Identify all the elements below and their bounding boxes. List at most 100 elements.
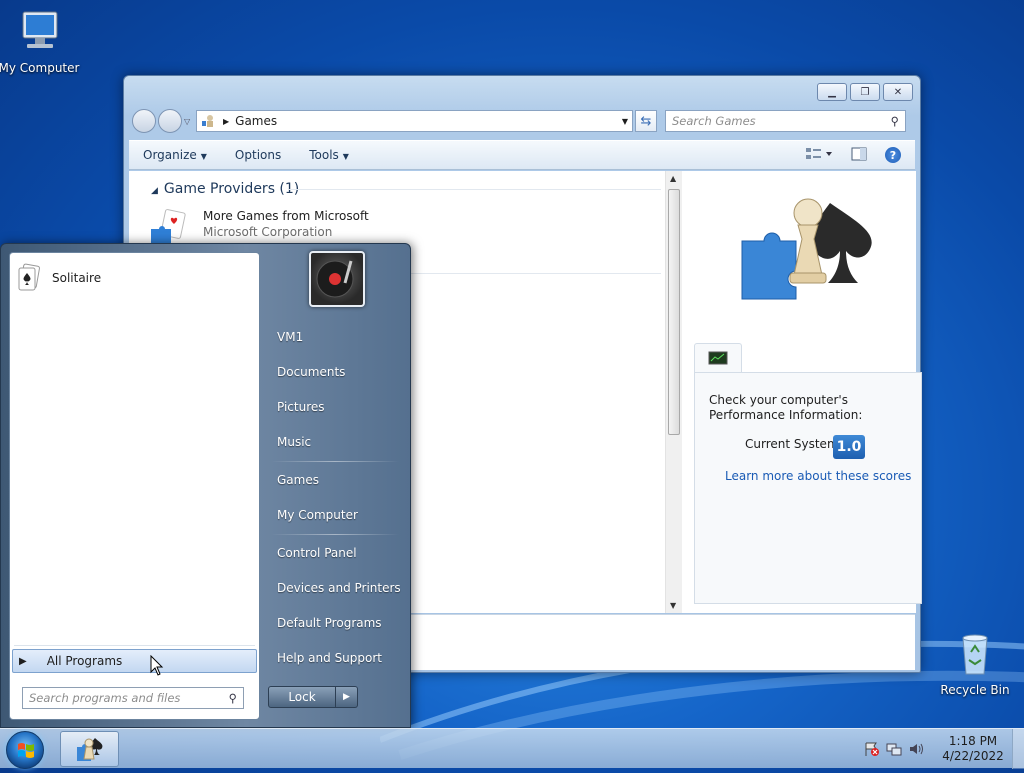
search-games-input[interactable]: Search Games ⚲: [665, 110, 906, 132]
address-dropdown-icon[interactable]: ▼: [622, 117, 628, 126]
preview-pane: Check your computer's Performance Inform…: [682, 171, 922, 613]
start-item-devices-printers[interactable]: Devices and Printers: [265, 571, 405, 606]
preview-pane-icon: [851, 147, 867, 160]
change-view-button[interactable]: [805, 147, 833, 164]
performance-score-badge: 1.0: [833, 435, 865, 459]
preview-pane-button[interactable]: [851, 147, 867, 164]
start-item-control-panel[interactable]: Control Panel: [265, 536, 405, 571]
minimize-icon: ▁: [828, 86, 836, 98]
tools-menu[interactable]: Tools ▼: [309, 148, 349, 162]
all-programs-button[interactable]: ▶ All Programs: [12, 649, 257, 673]
volume-icon[interactable]: [908, 741, 924, 757]
taskbar: 1:18 PM 4/22/2022: [0, 728, 1024, 769]
start-button[interactable]: [6, 731, 44, 769]
start-menu: Solitaire ▶ All Programs Search programs…: [0, 243, 411, 728]
forward-button[interactable]: [158, 109, 182, 133]
refresh-icon: ⇆: [640, 113, 652, 129]
start-search-placeholder: Search programs and files: [29, 691, 181, 705]
windows-logo-icon: [18, 743, 34, 758]
action-center-flag-icon[interactable]: [864, 741, 880, 757]
minimize-button[interactable]: ▁: [817, 83, 847, 101]
caption-buttons: ▁ ❐ ✕: [817, 83, 913, 101]
games-taskbar-icon: [77, 738, 103, 761]
collapse-chevron-icon: ◢: [151, 186, 158, 196]
group-header[interactable]: ◢ Game Providers (1): [151, 181, 299, 197]
desktop-icon-label: My Computer: [0, 61, 80, 75]
games-folder-icon: [202, 115, 213, 127]
back-button[interactable]: [132, 109, 156, 133]
breadcrumb-arrow-icon: ▶: [223, 116, 230, 126]
start-item-documents[interactable]: Documents: [265, 355, 405, 390]
performance-message: Check your computer's Performance Inform…: [709, 393, 863, 422]
organize-menu[interactable]: Organize ▼: [143, 148, 207, 162]
shutdown-options-button[interactable]: ▶: [336, 686, 358, 708]
start-search-input[interactable]: Search programs and files ⚲: [22, 687, 244, 709]
desktop-icon-label: Recycle Bin: [940, 683, 1010, 697]
provider-company: Microsoft Corporation: [203, 225, 333, 239]
performance-panel: Check your computer's Performance Inform…: [694, 372, 922, 604]
chevron-down-icon: ▼: [342, 152, 349, 161]
scroll-down-icon[interactable]: ▼: [670, 601, 676, 610]
program-item-solitaire[interactable]: Solitaire: [16, 263, 101, 293]
view-options-icon: [806, 147, 832, 159]
close-button[interactable]: ✕: [883, 83, 913, 101]
program-label: Solitaire: [52, 271, 102, 285]
show-desktop-button[interactable]: [1012, 729, 1024, 769]
view-controls: ?: [805, 147, 901, 164]
all-programs-label: All Programs: [46, 654, 123, 668]
address-bar[interactable]: ▶ Games ▼: [196, 110, 633, 132]
options-button[interactable]: Options: [235, 148, 281, 162]
desktop-icon-recycle-bin[interactable]: Recycle Bin: [930, 630, 1020, 697]
clock-time: 1:18 PM: [948, 734, 998, 748]
clock-date: 4/22/2022: [942, 749, 1004, 763]
recent-pages-dropdown[interactable]: ▽: [184, 117, 194, 126]
triangle-right-icon: ▶: [343, 692, 350, 702]
programs-divider: [14, 645, 255, 646]
provider-name: More Games from Microsoft: [203, 209, 369, 223]
user-picture[interactable]: [309, 251, 365, 307]
maximize-button[interactable]: ❐: [850, 83, 880, 101]
turntable-user-icon: [316, 260, 354, 298]
search-icon[interactable]: ⚲: [891, 114, 899, 128]
start-item-my-computer[interactable]: My Computer: [265, 498, 405, 533]
start-item-user[interactable]: VM1: [265, 320, 405, 355]
notification-area: [864, 729, 924, 769]
learn-more-link[interactable]: Learn more about these scores: [725, 469, 911, 483]
close-icon: ✕: [893, 86, 903, 98]
refresh-button[interactable]: ⇆: [635, 110, 657, 132]
solitaire-icon: [18, 263, 40, 291]
lock-button[interactable]: Lock: [268, 686, 336, 708]
desktop-icon-my-computer[interactable]: My Computer: [0, 8, 84, 75]
computer-icon: [22, 11, 58, 48]
start-item-help-support[interactable]: Help and Support: [265, 641, 405, 676]
performance-tab[interactable]: [694, 343, 742, 373]
triangle-right-icon: ▶: [19, 655, 27, 667]
chevron-down-icon: ▼: [200, 152, 207, 161]
network-icon[interactable]: [886, 741, 902, 757]
start-item-pictures[interactable]: Pictures: [265, 390, 405, 425]
mouse-pointer-icon: [150, 655, 164, 676]
start-item-music[interactable]: Music: [265, 425, 405, 460]
places-divider: [271, 461, 399, 462]
performance-monitor-icon: [708, 351, 728, 365]
system-clock[interactable]: 1:18 PM 4/22/2022: [938, 734, 1008, 764]
places-divider: [271, 534, 399, 535]
start-item-default-programs[interactable]: Default Programs: [265, 606, 405, 641]
maximize-icon: ❐: [860, 86, 870, 98]
start-menu-programs-pane: Solitaire ▶ All Programs Search programs…: [9, 252, 260, 720]
taskbar-games-button[interactable]: [60, 731, 119, 767]
scrollbar-thumb[interactable]: [668, 189, 680, 435]
games-chess-spade-icon: [741, 198, 872, 300]
current-system-label: Current System: [745, 437, 839, 451]
start-item-games[interactable]: Games: [265, 463, 405, 498]
navigation-bar: ▽ ▶ Games ▼ ⇆ Search Games ⚲: [132, 108, 912, 134]
recycle-bin-icon: [962, 634, 988, 675]
help-icon[interactable]: ?: [885, 147, 901, 163]
vertical-scrollbar[interactable]: ▲ ▼: [665, 171, 682, 613]
address-text: Games: [235, 114, 278, 128]
search-placeholder: Search Games: [672, 114, 756, 128]
command-bar: Organize ▼ Options Tools ▼ ?: [129, 140, 915, 170]
search-icon[interactable]: ⚲: [229, 691, 237, 705]
scroll-up-icon[interactable]: ▲: [670, 174, 676, 183]
start-menu-places: VM1 Documents Pictures Music Games My Co…: [265, 320, 405, 676]
